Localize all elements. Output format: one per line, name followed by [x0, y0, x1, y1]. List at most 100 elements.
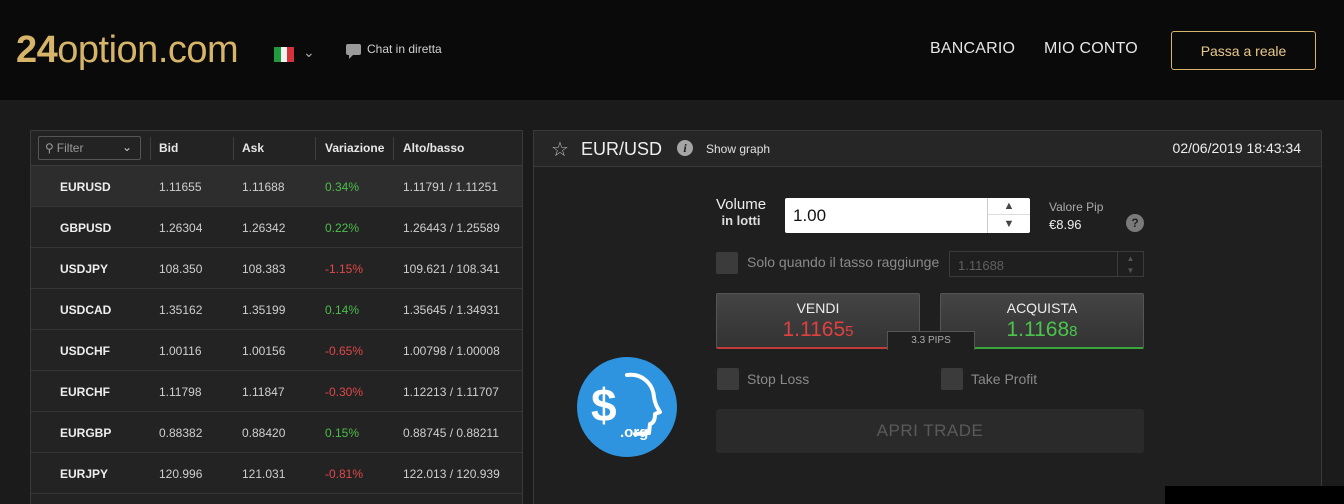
pip-value-label: Valore Pip [1049, 200, 1104, 214]
italy-flag-icon[interactable] [274, 47, 295, 62]
cell-chg: 0.15% [325, 426, 360, 440]
table-row[interactable]: GBPUSD 1.26304 1.26342 0.22% 1.26443 / 1.255… [31, 207, 522, 248]
cell-bid: 1.11798 [159, 385, 202, 399]
cell-hl: 0.88745 / 0.88211 [403, 426, 499, 440]
datetime: 02/06/2019 18:43:34 [1172, 140, 1301, 156]
volume-stepper[interactable]: ▲ ▼ [987, 198, 1030, 233]
corner-block [1165, 486, 1344, 504]
table-row[interactable]: USDCHF 1.00116 1.00156 -0.65% 1.00798 / 1.00… [31, 330, 522, 371]
help-icon[interactable]: ? [1126, 214, 1144, 232]
dollar-head-icon: $ [591, 372, 662, 436]
cell-ask: 0.88420 [242, 426, 286, 440]
cell-ask: 108.383 [242, 262, 286, 276]
cell-hl: 109.621 / 108.341 [403, 262, 500, 276]
info-icon[interactable]: i [677, 140, 693, 156]
cell-chg: -0.30% [325, 385, 364, 399]
pair-title: EUR/USD [581, 139, 663, 159]
volume-title: Volume [716, 196, 767, 213]
chevron-up-icon[interactable]: ▲ [988, 198, 1030, 215]
chat-label: Chat in diretta [367, 42, 442, 56]
cell-chg: -0.81% [325, 467, 364, 481]
watermark-logo: $ .org [577, 357, 677, 457]
rate-label: Solo quando il tasso raggiunge [747, 254, 940, 270]
logo-number: 24 [16, 29, 58, 71]
buy-label: ACQUISTA [1006, 300, 1078, 316]
rate-stepper[interactable]: ▲ ▼ [1117, 252, 1143, 276]
show-graph-link[interactable]: Show graph [706, 142, 770, 156]
col-ask[interactable]: Ask [242, 141, 264, 155]
cell-sym: USDCHF [60, 344, 110, 358]
chevron-down-icon: ⌄ [121, 140, 132, 154]
cell-ask: 121.031 [242, 467, 286, 481]
watermark-text: .org [620, 424, 649, 441]
stop-loss-checkbox[interactable] [717, 368, 739, 390]
logo[interactable]: 24option.com [16, 28, 239, 72]
stop-loss-label: Stop Loss [747, 371, 810, 387]
rate-input[interactable]: 1.11688 ▲ ▼ [949, 251, 1144, 277]
buy-price-last: 8 [1069, 323, 1078, 340]
cell-sym: EURUSD [60, 180, 111, 194]
top-header: 24option.com ⌄ Chat in diretta BANCARIO … [0, 0, 1344, 100]
cell-bid: 1.26304 [159, 221, 203, 235]
search-icon: ⚲ [45, 141, 54, 155]
rate-value: 1.11688 [958, 258, 1005, 273]
divider [150, 137, 151, 160]
filter-placeholder: Filter [56, 141, 84, 155]
table-row[interactable]: EURJPY 120.996 121.031 -0.81% 122.013 / 120.… [31, 453, 522, 494]
cell-hl: 122.013 / 120.939 [403, 467, 500, 481]
divider [233, 137, 234, 160]
svg-text:$: $ [591, 379, 617, 431]
table-row[interactable]: USDCAD 1.35162 1.35199 0.14% 1.35645 / 1.349… [31, 289, 522, 330]
cell-ask: 1.11847 [242, 385, 285, 399]
cell-chg: 0.22% [325, 221, 360, 235]
logo-text: option.com [57, 29, 239, 71]
open-trade-button[interactable]: APRI TRADE [716, 409, 1144, 453]
live-chat-link[interactable]: Chat in diretta [346, 42, 442, 59]
cell-chg: -1.15% [325, 262, 364, 276]
cell-ask: 1.35199 [242, 303, 286, 317]
take-profit-checkbox[interactable] [941, 368, 963, 390]
cell-chg: 0.34% [325, 180, 360, 194]
cell-bid: 108.350 [159, 262, 203, 276]
volume-input[interactable]: 1.00 ▲ ▼ [785, 198, 1030, 233]
cell-sym: USDJPY [60, 262, 109, 276]
col-bid[interactable]: Bid [159, 141, 178, 155]
cell-sym: GBPUSD [60, 221, 112, 235]
take-profit-label: Take Profit [971, 371, 1038, 387]
instruments-panel: ⚲ Filter ⌄ Bid Ask Variazione Alto/basso… [30, 130, 523, 504]
rate-checkbox[interactable] [716, 252, 738, 274]
cell-ask: 1.00156 [242, 344, 286, 358]
cell-sym: EURCHF [60, 385, 110, 399]
chevron-up-icon[interactable]: ▲ [1118, 252, 1143, 264]
col-high-low[interactable]: Alto/basso [403, 141, 464, 155]
table-header: ⚲ Filter ⌄ Bid Ask Variazione Alto/basso [31, 131, 522, 166]
cell-sym: USDCAD [60, 303, 112, 317]
table-row[interactable]: USDJPY 108.350 108.383 -1.15% 109.621 / 108.… [31, 248, 522, 289]
table-row[interactable]: EURGBP 0.88382 0.88420 0.15% 0.88745 / 0.882… [31, 412, 522, 453]
spread-pips: 3.3 PIPS [887, 331, 975, 350]
nav-my-account[interactable]: MIO CONTO [1044, 40, 1138, 58]
cell-sym: EURJPY [60, 467, 109, 481]
divider [393, 137, 394, 160]
chevron-down-icon[interactable]: ⌄ [303, 44, 315, 61]
star-icon[interactable]: ☆ [551, 137, 569, 162]
nav-banking[interactable]: BANCARIO [930, 40, 1015, 58]
cell-bid: 1.35162 [159, 303, 203, 317]
cell-hl: 1.26443 / 1.25589 [403, 221, 500, 235]
chevron-down-icon[interactable]: ▼ [988, 215, 1030, 232]
cell-chg: 0.14% [325, 303, 360, 317]
cell-hl: 1.35645 / 1.34931 [403, 303, 500, 317]
cell-bid: 120.996 [159, 467, 203, 481]
sell-label: VENDI [796, 300, 840, 316]
volume-value: 1.00 [793, 206, 827, 225]
pip-value: €8.96 [1049, 217, 1082, 232]
filter-dropdown[interactable]: ⚲ Filter ⌄ [38, 136, 141, 160]
table-row[interactable]: EURCHF 1.11798 1.11847 -0.30% 1.12213 / 1.11… [31, 371, 522, 412]
cell-bid: 1.00116 [159, 344, 202, 358]
table-row[interactable]: EURUSD 1.11655 1.11688 0.34% 1.11791 / 1.112… [31, 166, 522, 207]
col-change[interactable]: Variazione [325, 141, 384, 155]
sell-price-main: 1.1165 [782, 318, 846, 341]
switch-to-real-button[interactable]: Passa a reale [1171, 31, 1316, 70]
chevron-down-icon[interactable]: ▼ [1118, 264, 1143, 276]
buy-price-main: 1.1168 [1006, 318, 1070, 341]
